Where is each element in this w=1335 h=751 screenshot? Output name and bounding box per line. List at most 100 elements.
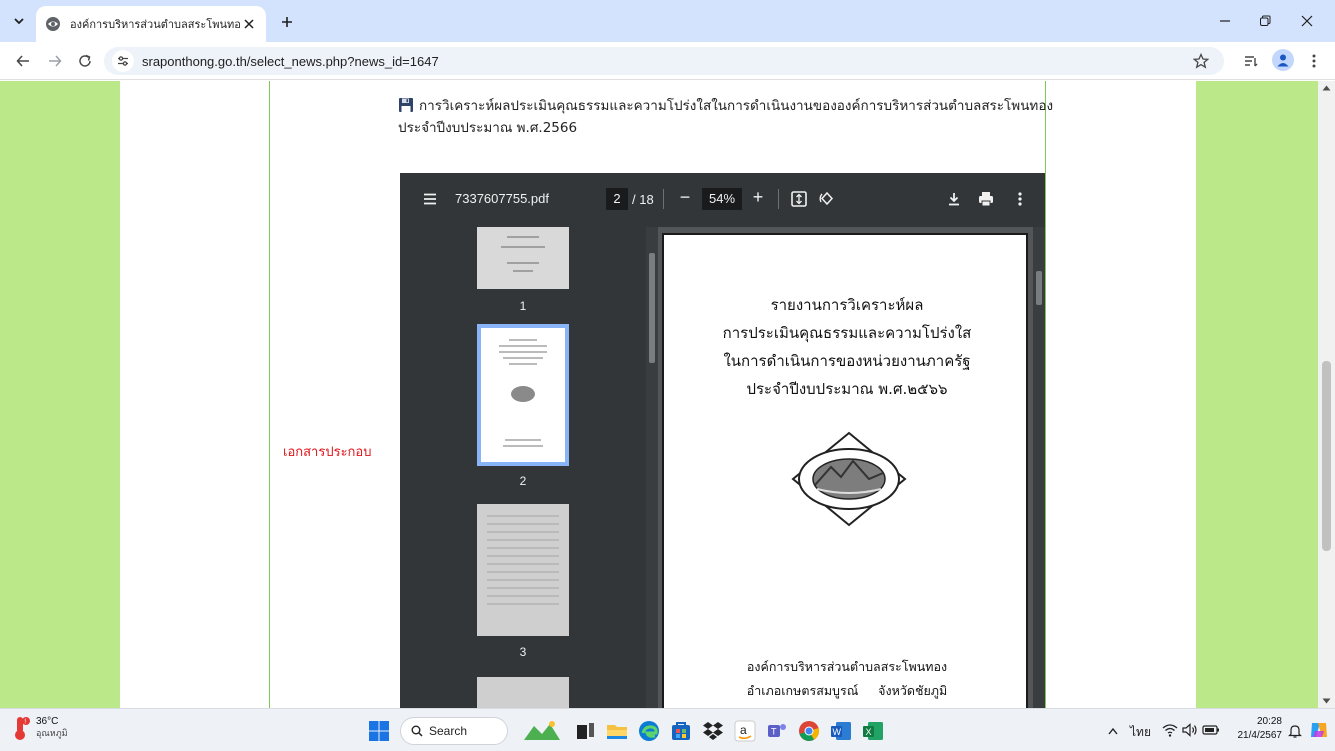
- windows-start-icon[interactable]: [366, 718, 392, 744]
- pdf-page-2: รายงานการวิเคราะห์ผล การประเมินคุณธรรมแล…: [662, 233, 1028, 708]
- person-icon: [1277, 54, 1289, 67]
- system-clock[interactable]: 20:28 21/4/2567: [1232, 715, 1283, 743]
- tab-close-button[interactable]: [240, 15, 258, 33]
- rotate-button[interactable]: [818, 190, 836, 208]
- plus-icon: [282, 17, 292, 27]
- rotate-icon: [819, 191, 834, 206]
- volume-icon[interactable]: [1182, 723, 1198, 737]
- window-scrollbar-thumb[interactable]: [1322, 361, 1331, 551]
- thermometer-icon: !: [15, 717, 30, 740]
- report-title-line: การประเมินคุณธรรมและความโปร่งใส: [722, 324, 972, 342]
- globe-icon: [46, 17, 60, 31]
- arrow-right-icon: [49, 55, 62, 67]
- print-button[interactable]: [977, 190, 995, 208]
- thumbnail-pane[interactable]: 1 2 3: [400, 227, 658, 708]
- tab-search-button[interactable]: [8, 10, 30, 32]
- page-viewport: การวิเคราะห์ผลประเมินคุณธรรมและความโปร่ง…: [0, 81, 1318, 708]
- url-text: sraponthong.go.th/select_news.php?news_i…: [142, 53, 439, 69]
- arrow-left-icon: [16, 55, 29, 67]
- thumbnail-page-4[interactable]: [477, 677, 569, 708]
- svg-text:W: W: [833, 727, 842, 737]
- taskbar-search[interactable]: Search: [400, 717, 508, 745]
- save-icon: [399, 98, 413, 112]
- pdf-page-input[interactable]: 2: [606, 188, 628, 210]
- page-scrollbar-thumb[interactable]: [1036, 271, 1042, 305]
- window-scrollbar[interactable]: [1318, 81, 1335, 708]
- clock-time: 20:28: [1256, 716, 1282, 727]
- page-preview-icon: [501, 236, 545, 272]
- chevron-up-icon[interactable]: [1108, 727, 1118, 735]
- notification-bell-icon[interactable]: [1288, 723, 1302, 739]
- task-view-icon[interactable]: [572, 718, 598, 744]
- scroll-down-icon[interactable]: [1322, 698, 1331, 704]
- more-vert-icon: [1018, 192, 1022, 206]
- reading-list-button[interactable]: [1240, 50, 1262, 72]
- pdf-more-button[interactable]: [1011, 190, 1029, 208]
- content-border-left: [269, 81, 270, 708]
- content-border-right: [1045, 81, 1046, 708]
- battery-icon[interactable]: [1202, 724, 1220, 736]
- dropbox-icon[interactable]: [700, 718, 726, 744]
- thumbnail-label: 1: [519, 299, 527, 313]
- language-indicator[interactable]: ไทย: [1130, 723, 1151, 742]
- star-icon: [1193, 53, 1209, 69]
- pdf-menu-button[interactable]: [422, 191, 438, 207]
- svg-text:T: T: [771, 727, 777, 737]
- teams-icon[interactable]: T: [764, 718, 790, 744]
- new-tab-button[interactable]: [276, 11, 298, 33]
- back-button[interactable]: [12, 50, 34, 72]
- site-info-button[interactable]: [112, 50, 134, 72]
- thumbnail-scrollbar-thumb[interactable]: [649, 253, 655, 363]
- close-window-button[interactable]: [1287, 8, 1327, 34]
- fit-page-button[interactable]: [790, 190, 808, 208]
- page-preview-icon: [499, 339, 547, 447]
- restore-button[interactable]: [1245, 8, 1285, 34]
- thumbnail-page-1[interactable]: [477, 227, 569, 289]
- search-icon: [411, 725, 423, 737]
- profile-avatar[interactable]: [1272, 49, 1294, 71]
- landscape-widget-icon[interactable]: [522, 718, 562, 744]
- forward-button[interactable]: [44, 50, 66, 72]
- store-icon[interactable]: [668, 718, 694, 744]
- clock-date: 21/4/2567: [1237, 730, 1283, 741]
- report-title-line: รายงานการวิเคราะห์ผล: [770, 296, 924, 314]
- weather-widget[interactable]: ! 36°C อุณหภูมิ: [10, 715, 68, 741]
- more-vert-icon: [1312, 54, 1316, 68]
- word-icon[interactable]: W: [828, 718, 854, 744]
- zoom-input[interactable]: 54%: [702, 188, 742, 210]
- toolbar-separator: [778, 189, 779, 209]
- thumbnail-page-2[interactable]: [477, 324, 569, 466]
- chevron-down-icon: [14, 18, 24, 25]
- side-band-right: [1196, 81, 1318, 708]
- browser-menu-button[interactable]: [1303, 50, 1325, 72]
- organization-seal: [791, 431, 907, 527]
- zoom-out-button[interactable]: −: [675, 187, 695, 211]
- thumbnail-page-3[interactable]: [477, 504, 569, 636]
- minimize-button[interactable]: [1205, 8, 1245, 34]
- chrome-icon[interactable]: [796, 718, 822, 744]
- pdf-page-view[interactable]: รายงานการวิเคราะห์ผล การประเมินคุณธรรมแล…: [658, 227, 1045, 708]
- bookmark-button[interactable]: [1190, 50, 1212, 72]
- pdf-page-total: / 18: [632, 192, 654, 207]
- weather-temperature: 36°C: [36, 716, 59, 727]
- tab-active[interactable]: องค์การบริหารส่วนตำบลสระโพนทอง: [36, 6, 266, 42]
- document-heading-text: การวิเคราะห์ผลประเมินคุณธรรมและความโปร่ง…: [398, 98, 1054, 136]
- scroll-up-icon[interactable]: [1322, 85, 1331, 91]
- tune-icon: [118, 56, 128, 66]
- pdf-viewer[interactable]: 7337607755.pdf 2 / 18 − 54% + 1 2 3 รายง…: [400, 173, 1045, 708]
- reload-button[interactable]: [74, 50, 96, 72]
- edge-icon[interactable]: [636, 718, 662, 744]
- address-bar[interactable]: sraponthong.go.th/select_news.php?news_i…: [104, 47, 1224, 75]
- svg-text:a: a: [740, 723, 747, 737]
- copilot-icon[interactable]: [1308, 719, 1330, 741]
- file-explorer-icon[interactable]: [604, 718, 630, 744]
- excel-icon[interactable]: X: [860, 718, 886, 744]
- zoom-in-button[interactable]: +: [748, 187, 768, 211]
- amazon-icon[interactable]: a: [732, 718, 758, 744]
- download-button[interactable]: [945, 190, 963, 208]
- wifi-icon[interactable]: [1162, 723, 1178, 737]
- reading-list-icon: [1245, 56, 1258, 67]
- tab-title: องค์การบริหารส่วนตำบลสระโพนทอง: [70, 19, 240, 31]
- toolbar-separator: [663, 189, 664, 209]
- menu-icon: [424, 193, 436, 205]
